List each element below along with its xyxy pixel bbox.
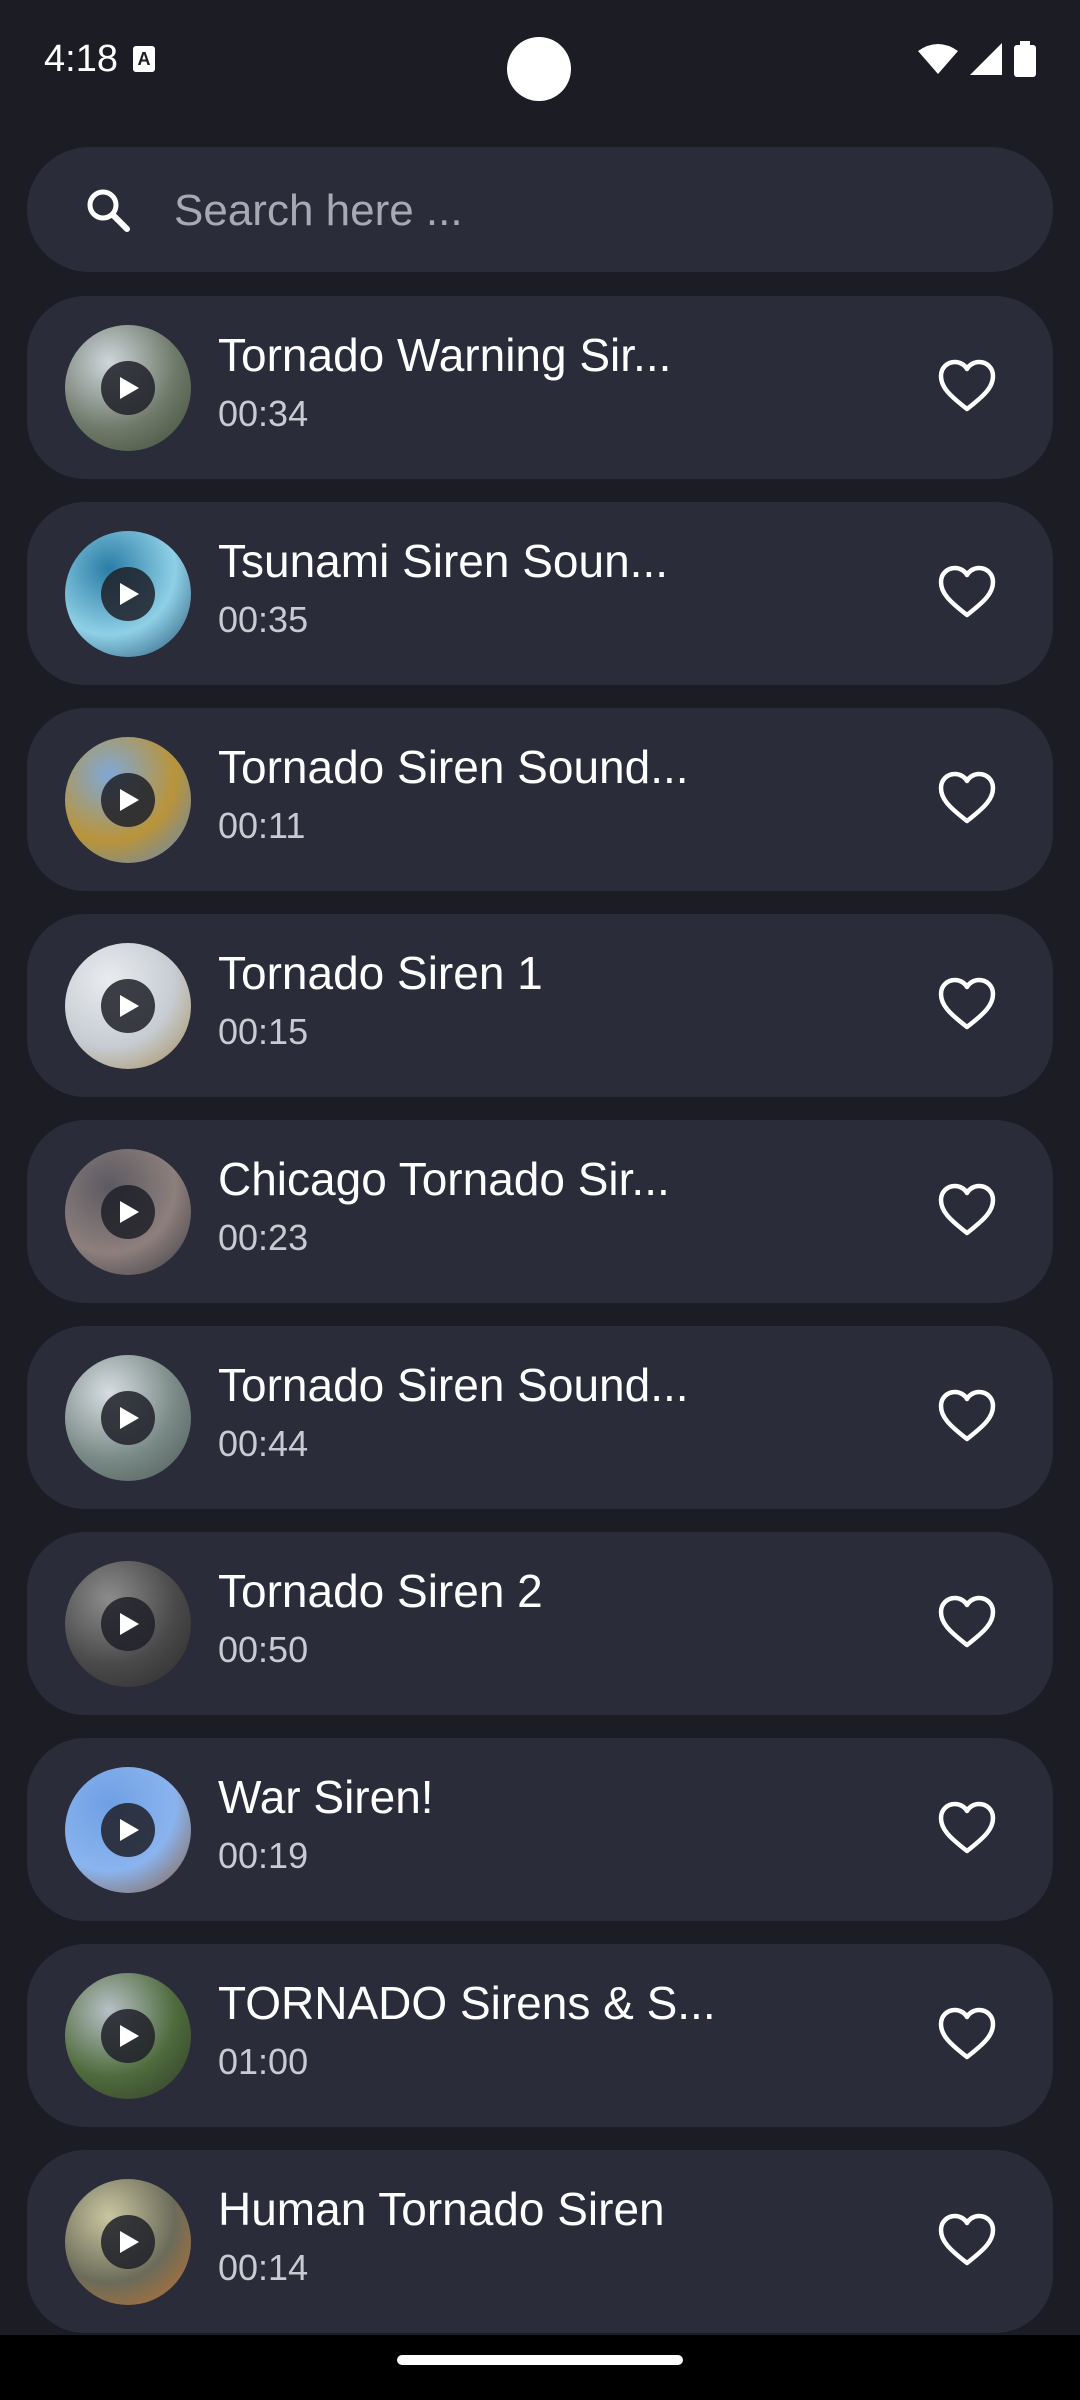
play-icon[interactable] xyxy=(101,1391,155,1445)
track-title: Tornado Siren Sound... xyxy=(218,741,689,793)
heart-icon[interactable] xyxy=(937,2005,997,2065)
track-duration: 00:35 xyxy=(218,599,309,640)
track-duration: 00:50 xyxy=(218,1629,309,1670)
heart-icon[interactable] xyxy=(937,1387,997,1447)
track-list: Tornado Warning Sir... 00:34 Tsunami Sir… xyxy=(27,296,1053,2356)
track-card[interactable]: Human Tornado Siren 00:14 xyxy=(27,2150,1053,2333)
track-card[interactable]: TORNADO Sirens & S... 01:00 xyxy=(27,1944,1053,2127)
play-icon[interactable] xyxy=(101,1185,155,1239)
battery-icon xyxy=(1014,41,1036,77)
heart-icon[interactable] xyxy=(937,769,997,829)
heart-icon[interactable] xyxy=(937,2211,997,2271)
track-title: TORNADO Sirens & S... xyxy=(218,1977,716,2029)
status-time: 4:18 xyxy=(44,38,118,80)
status-icons xyxy=(918,40,1036,78)
search-input[interactable] xyxy=(172,175,996,247)
track-card[interactable]: Tornado Siren Sound... 00:11 xyxy=(27,708,1053,891)
play-icon[interactable] xyxy=(101,979,155,1033)
track-thumbnail[interactable] xyxy=(65,1561,191,1687)
track-title: Tornado Siren 2 xyxy=(218,1565,543,1617)
track-thumbnail[interactable] xyxy=(65,1973,191,2099)
track-title: Tornado Siren Sound... xyxy=(218,1359,689,1411)
home-indicator[interactable] xyxy=(397,2355,683,2365)
track-title: Human Tornado Siren xyxy=(218,2183,665,2235)
track-card[interactable]: War Siren! 00:19 xyxy=(27,1738,1053,1921)
heart-icon[interactable] xyxy=(937,563,997,623)
play-icon[interactable] xyxy=(101,2009,155,2063)
track-duration: 01:00 xyxy=(218,2041,309,2082)
track-title: Tornado Warning Sir... xyxy=(218,329,672,381)
play-icon[interactable] xyxy=(101,773,155,827)
play-icon[interactable] xyxy=(101,1597,155,1651)
heart-icon[interactable] xyxy=(937,1181,997,1241)
play-icon[interactable] xyxy=(101,567,155,621)
status-bar: 4:18 A xyxy=(0,0,1080,130)
track-card[interactable]: Chicago Tornado Sir... 00:23 xyxy=(27,1120,1053,1303)
track-thumbnail[interactable] xyxy=(65,943,191,1069)
track-thumbnail[interactable] xyxy=(65,325,191,451)
track-title: Tornado Siren 1 xyxy=(218,947,543,999)
track-thumbnail[interactable] xyxy=(65,531,191,657)
track-thumbnail[interactable] xyxy=(65,1149,191,1275)
track-duration: 00:34 xyxy=(218,393,309,434)
navigation-bar xyxy=(0,2335,1080,2400)
track-thumbnail[interactable] xyxy=(65,737,191,863)
track-duration: 00:15 xyxy=(218,1011,309,1052)
track-card[interactable]: Tornado Siren Sound... 00:44 xyxy=(27,1326,1053,1509)
search-icon[interactable] xyxy=(83,185,133,235)
track-duration: 00:44 xyxy=(218,1423,309,1464)
track-duration: 00:23 xyxy=(218,1217,309,1258)
track-card[interactable]: Tornado Siren 2 00:50 xyxy=(27,1532,1053,1715)
track-card[interactable]: Tornado Siren 1 00:15 xyxy=(27,914,1053,1097)
heart-icon[interactable] xyxy=(937,1593,997,1653)
wifi-icon xyxy=(918,44,958,74)
track-duration: 00:14 xyxy=(218,2247,309,2288)
track-duration: 00:11 xyxy=(218,805,306,846)
heart-icon[interactable] xyxy=(937,357,997,417)
signal-icon xyxy=(970,43,1002,75)
track-title: Chicago Tornado Sir... xyxy=(218,1153,670,1205)
camera-cutout xyxy=(507,37,571,101)
play-icon[interactable] xyxy=(101,361,155,415)
track-thumbnail[interactable] xyxy=(65,1767,191,1893)
track-thumbnail[interactable] xyxy=(65,2179,191,2305)
play-icon[interactable] xyxy=(101,2215,155,2269)
track-card[interactable]: Tornado Warning Sir... 00:34 xyxy=(27,296,1053,479)
track-duration: 00:19 xyxy=(218,1835,309,1876)
track-title: Tsunami Siren Soun... xyxy=(218,535,669,587)
track-card[interactable]: Tsunami Siren Soun... 00:35 xyxy=(27,502,1053,685)
search-bar[interactable] xyxy=(27,147,1053,272)
a-icon: A xyxy=(133,46,155,72)
heart-icon[interactable] xyxy=(937,975,997,1035)
track-thumbnail[interactable] xyxy=(65,1355,191,1481)
play-icon[interactable] xyxy=(101,1803,155,1857)
track-title: War Siren! xyxy=(218,1771,434,1823)
heart-icon[interactable] xyxy=(937,1799,997,1859)
